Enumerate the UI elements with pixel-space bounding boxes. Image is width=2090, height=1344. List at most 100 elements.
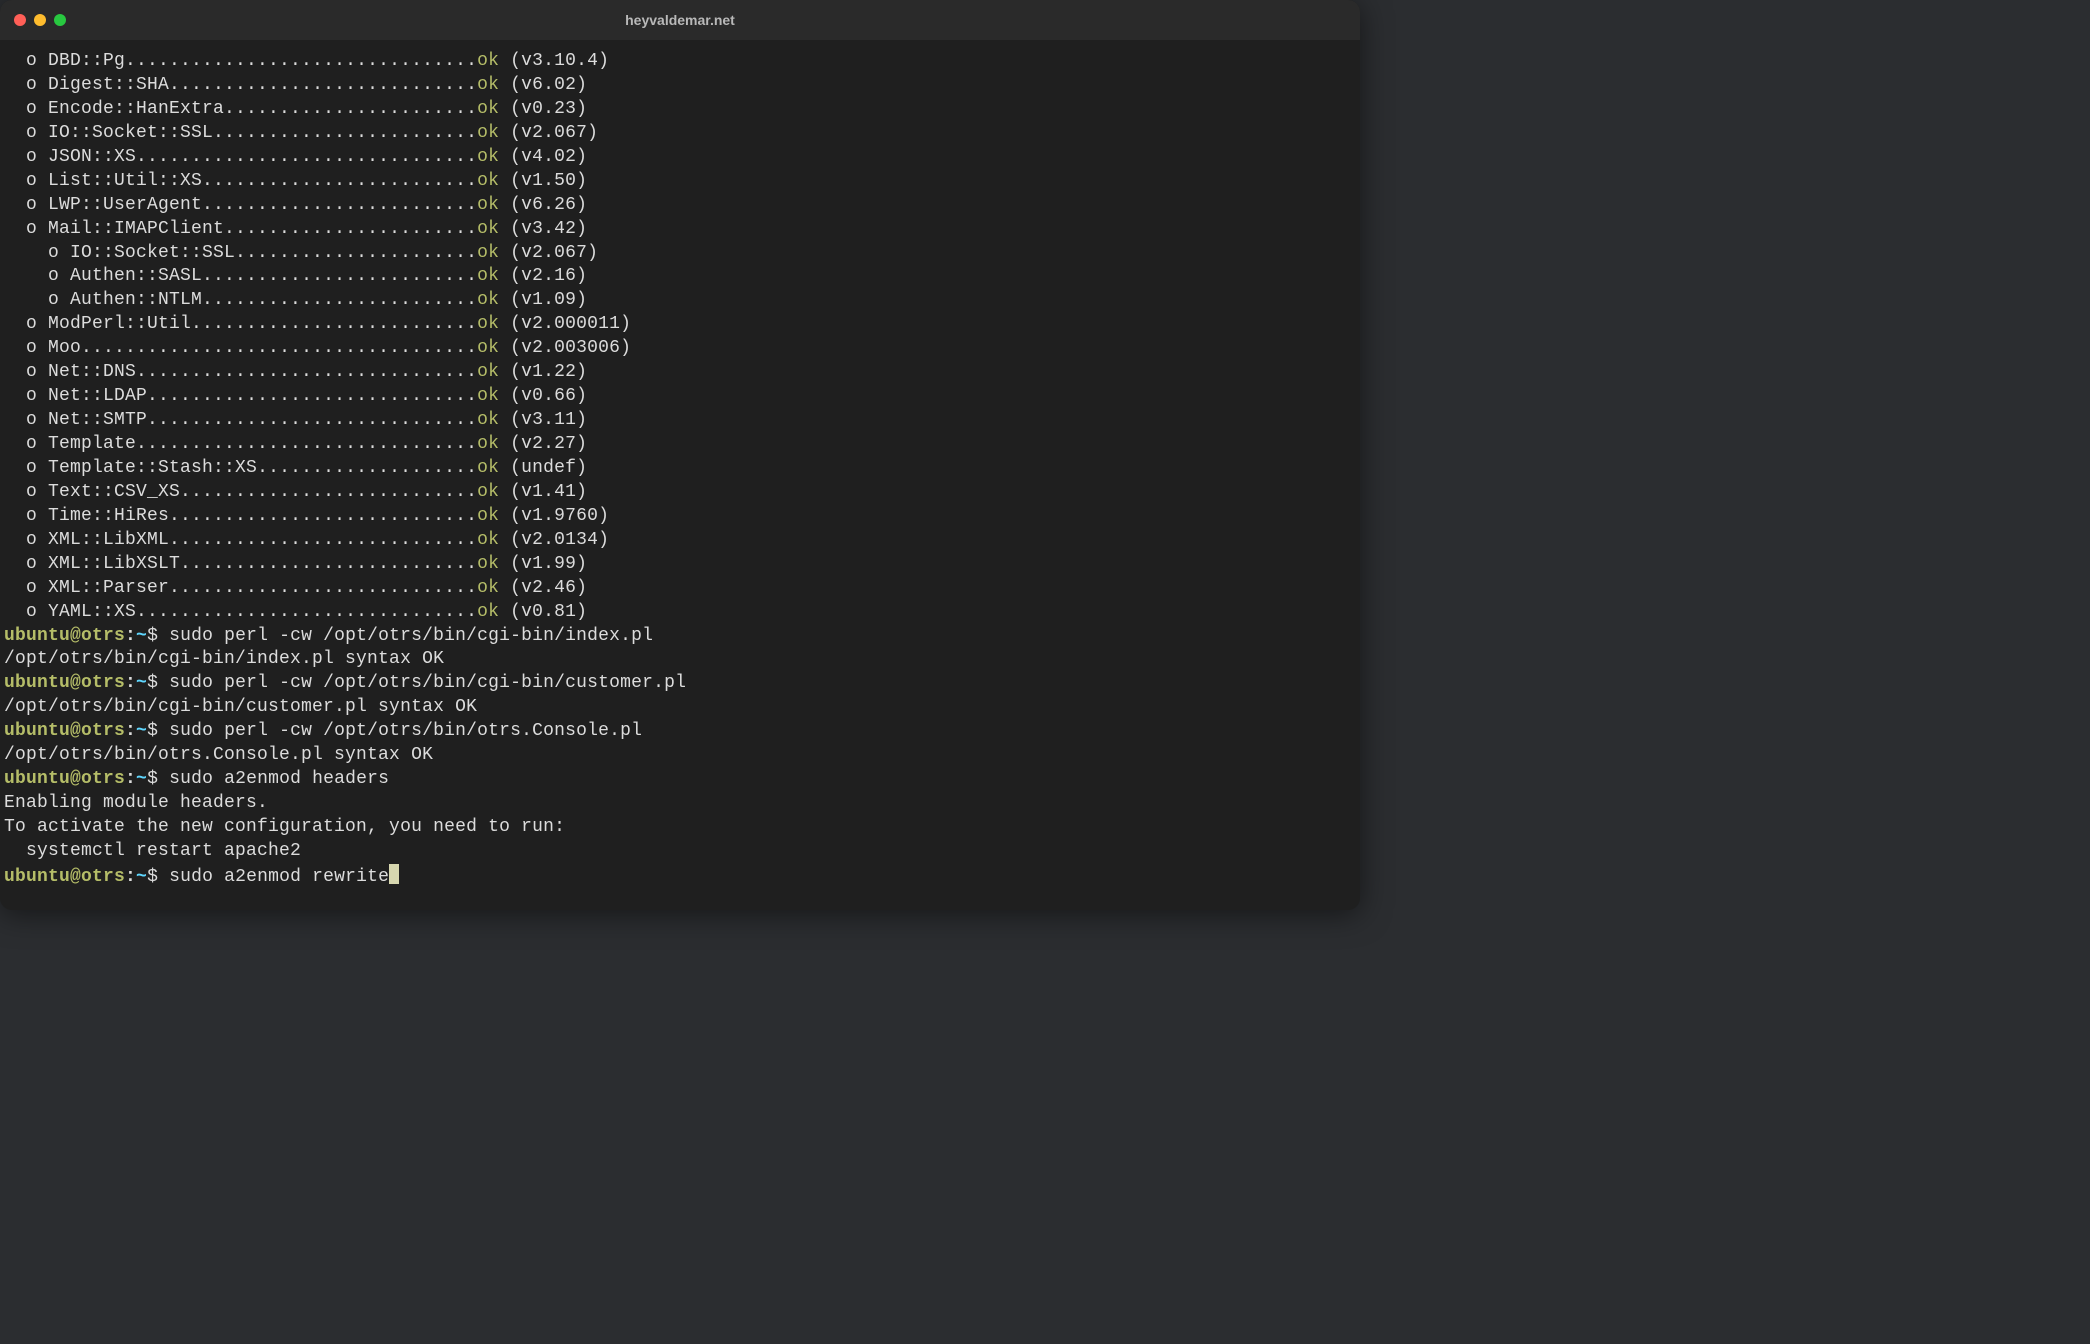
prompt-colon: : — [125, 769, 136, 789]
module-name: Digest::SHA — [48, 75, 169, 95]
bullet-icon: o — [4, 482, 48, 502]
module-version: (v1.9760) — [499, 506, 609, 526]
prompt-userhost: ubuntu@otrs — [4, 673, 125, 693]
module-check-line: o Net::SMTP.............................… — [4, 409, 1356, 433]
minimize-icon[interactable] — [34, 14, 46, 26]
module-dots: ............................... — [136, 147, 477, 167]
module-status: ok — [477, 578, 499, 598]
bullet-icon: o — [4, 434, 48, 454]
command-text[interactable]: sudo perl -cw /opt/otrs/bin/cgi-bin/cust… — [169, 673, 686, 693]
module-version: (v2.46) — [499, 578, 587, 598]
output-text: /opt/otrs/bin/cgi-bin/customer.pl syntax… — [4, 697, 477, 717]
command-text[interactable]: sudo a2enmod rewrite — [169, 867, 389, 887]
module-name: Time::HiRes — [48, 506, 169, 526]
module-status: ok — [477, 602, 499, 622]
module-status: ok — [477, 458, 499, 478]
prompt-colon: : — [125, 721, 136, 741]
module-name: Net::DNS — [48, 362, 136, 382]
bullet-icon: o — [4, 195, 48, 215]
module-version: (v2.067) — [499, 123, 598, 143]
module-check-line: o JSON::XS..............................… — [4, 146, 1356, 170]
module-version: (v3.10.4) — [499, 51, 609, 71]
bullet-icon: o — [4, 75, 48, 95]
module-dots: ............................ — [169, 530, 477, 550]
module-check-line: o Net::LDAP.............................… — [4, 385, 1356, 409]
module-check-line: o Digest::SHA...........................… — [4, 74, 1356, 98]
output-line: To activate the new configuration, you n… — [4, 816, 1356, 840]
module-status: ok — [477, 530, 499, 550]
prompt-cwd: ~ — [136, 867, 147, 887]
module-name: Net::LDAP — [48, 386, 147, 406]
module-status: ok — [477, 386, 499, 406]
module-check-line: o Encode::HanExtra......................… — [4, 98, 1356, 122]
prompt-symbol: $ — [147, 673, 169, 693]
module-dots: ........................... — [180, 482, 477, 502]
command-text[interactable]: sudo perl -cw /opt/otrs/bin/cgi-bin/inde… — [169, 626, 653, 646]
module-name: YAML::XS — [48, 602, 136, 622]
module-dots: ......................... — [202, 266, 477, 286]
module-dots: .................................... — [81, 338, 477, 358]
module-dots: ............................ — [169, 75, 477, 95]
module-status: ok — [477, 243, 499, 263]
prompt-line: ubuntu@otrs:~$ sudo a2enmod rewrite — [4, 864, 1356, 890]
module-check-line: o IO::Socket::SSL.......................… — [4, 122, 1356, 146]
module-version: (v0.66) — [499, 386, 587, 406]
prompt-line: ubuntu@otrs:~$ sudo perl -cw /opt/otrs/b… — [4, 720, 1356, 744]
module-version: (v6.02) — [499, 75, 587, 95]
terminal-window: heyvaldemar.net o DBD::Pg...............… — [0, 0, 1360, 910]
prompt-colon: : — [125, 867, 136, 887]
module-status: ok — [477, 99, 499, 119]
module-version: (v3.11) — [499, 410, 587, 430]
module-version: (v6.26) — [499, 195, 587, 215]
module-dots: ............................ — [169, 578, 477, 598]
output-text: To activate the new configuration, you n… — [4, 817, 565, 837]
prompt-line: ubuntu@otrs:~$ sudo perl -cw /opt/otrs/b… — [4, 672, 1356, 696]
titlebar: heyvaldemar.net — [0, 0, 1360, 40]
prompt-symbol: $ — [147, 626, 169, 646]
bullet-icon: o — [4, 554, 48, 574]
bullet-icon: o — [4, 410, 48, 430]
module-version: (v2.000011) — [499, 314, 631, 334]
maximize-icon[interactable] — [54, 14, 66, 26]
module-check-line: o Time::HiRes...........................… — [4, 505, 1356, 529]
terminal-output[interactable]: o DBD::Pg...............................… — [0, 40, 1360, 910]
bullet-icon: o — [4, 506, 48, 526]
command-text[interactable]: sudo a2enmod headers — [169, 769, 389, 789]
module-name: XML::LibXSLT — [48, 554, 180, 574]
module-status: ok — [477, 362, 499, 382]
module-check-line: o XML::Parser...........................… — [4, 577, 1356, 601]
bullet-icon: o — [4, 338, 48, 358]
prompt-line: ubuntu@otrs:~$ sudo a2enmod headers — [4, 768, 1356, 792]
module-status: ok — [477, 195, 499, 215]
output-line: Enabling module headers. — [4, 792, 1356, 816]
output-text: /opt/otrs/bin/otrs.Console.pl syntax OK — [4, 745, 433, 765]
module-check-line: o ModPerl::Util.........................… — [4, 313, 1356, 337]
module-name: DBD::Pg — [48, 51, 125, 71]
command-text[interactable]: sudo perl -cw /opt/otrs/bin/otrs.Console… — [169, 721, 642, 741]
bullet-icon: o — [4, 147, 48, 167]
module-version: (v2.003006) — [499, 338, 631, 358]
module-status: ok — [477, 171, 499, 191]
module-status: ok — [477, 219, 499, 239]
module-version: (v1.09) — [499, 290, 587, 310]
output-text: Enabling module headers. — [4, 793, 268, 813]
close-icon[interactable] — [14, 14, 26, 26]
module-status: ok — [477, 434, 499, 454]
module-status: ok — [477, 147, 499, 167]
module-name: Authen::NTLM — [70, 290, 202, 310]
module-dots: ............................ — [169, 506, 477, 526]
module-check-line: o YAML::XS..............................… — [4, 601, 1356, 625]
module-name: Template::Stash::XS — [48, 458, 257, 478]
prompt-symbol: $ — [147, 721, 169, 741]
output-line: /opt/otrs/bin/cgi-bin/customer.pl syntax… — [4, 696, 1356, 720]
module-dots: .......................... — [191, 314, 477, 334]
module-version: (v1.50) — [499, 171, 587, 191]
prompt-userhost: ubuntu@otrs — [4, 769, 125, 789]
module-name: Encode::HanExtra — [48, 99, 224, 119]
prompt-cwd: ~ — [136, 626, 147, 646]
module-name: Moo — [48, 338, 81, 358]
module-check-line: o Mail::IMAPClient......................… — [4, 218, 1356, 242]
bullet-icon: o — [4, 171, 48, 191]
bullet-icon: o — [4, 458, 48, 478]
bullet-icon: o — [4, 51, 48, 71]
